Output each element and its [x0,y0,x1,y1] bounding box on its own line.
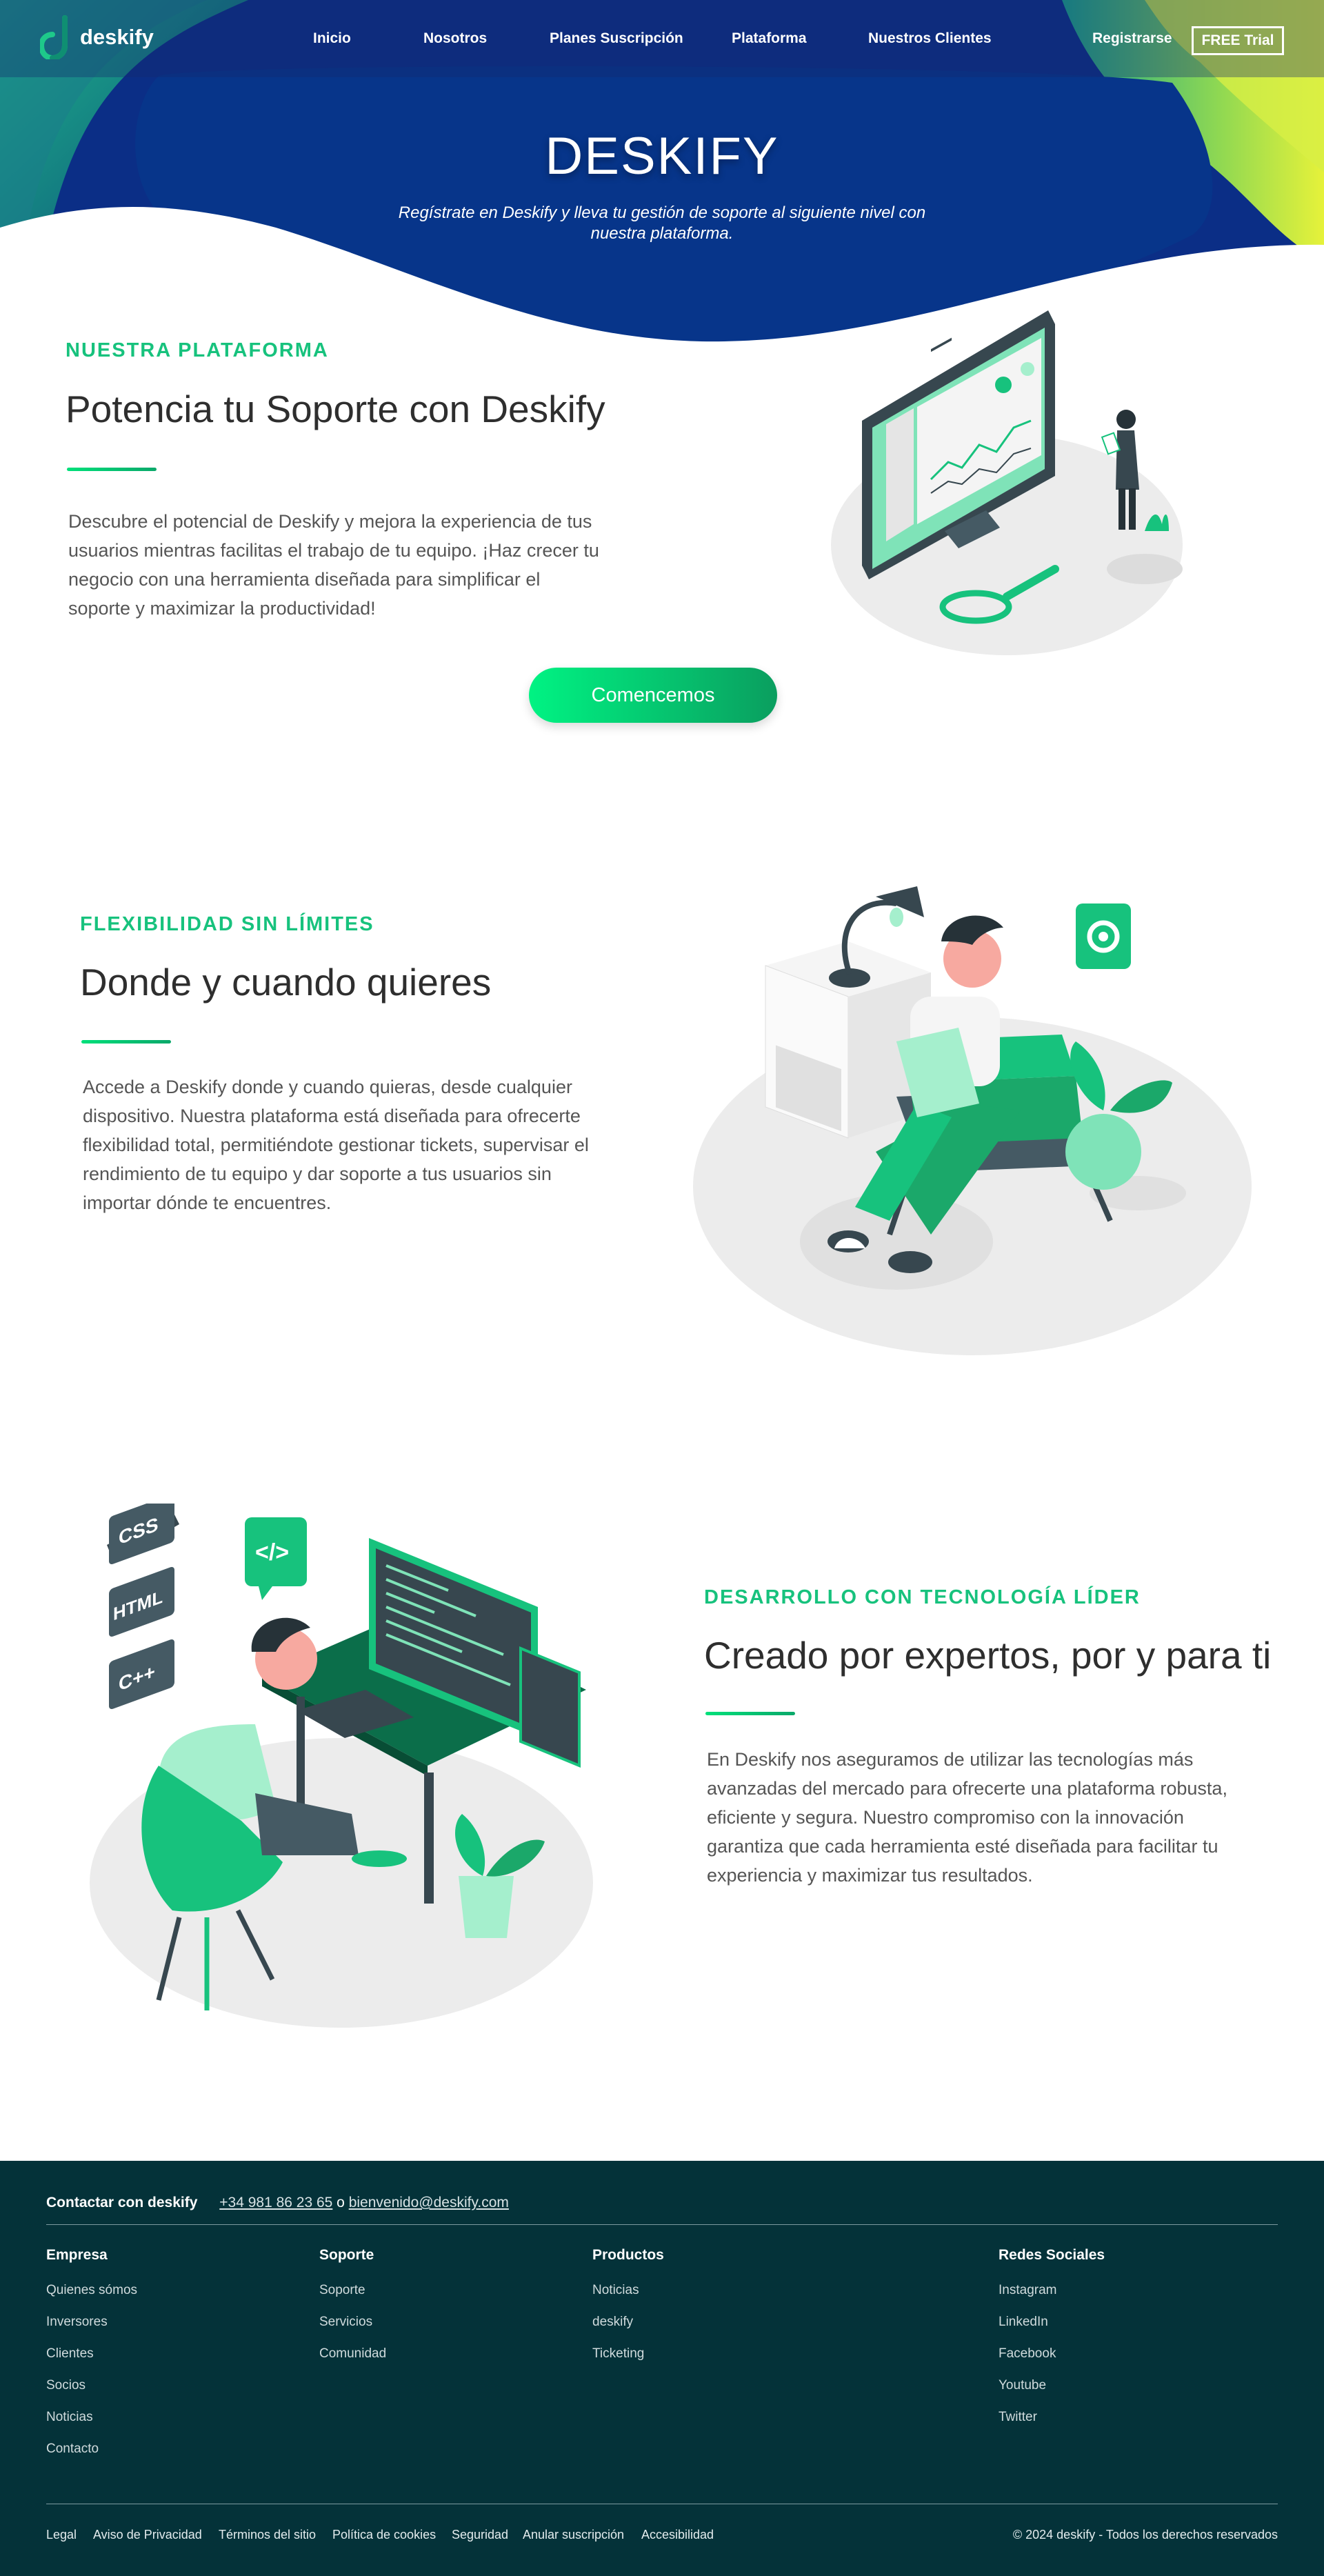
footer-contact: Contactar con deskify +34 981 86 23 65 o… [46,2195,509,2211]
section3-divider [705,1712,795,1715]
nav-plataforma[interactable]: Plataforma [732,30,807,47]
footer-phone-link[interactable]: +34 981 86 23 65 [219,2195,332,2210]
flexibility-illustration [693,886,1252,1355]
footer-col-redes-title: Redes Sociales [999,2247,1105,2263]
top-nav: deskify Inicio Nosotros Planes Suscripci… [0,0,1324,77]
footer-link[interactable]: Soporte [319,2283,365,2298]
footer-link[interactable]: Servicios [319,2315,372,2330]
footer-terms-link[interactable]: Términos del sitio [219,2528,316,2542]
footer-link-youtube[interactable]: Youtube [999,2378,1046,2393]
nav-nuestros-clientes[interactable]: Nuestros Clientes [868,30,992,47]
hero-title: DESKIFY [545,127,779,186]
footer-link[interactable]: Clientes [46,2346,94,2362]
footer-unsubscribe-link[interactable]: Anular suscripción [523,2528,624,2542]
footer-link-instagram[interactable]: Instagram [999,2283,1056,2298]
footer-col-productos-title: Productos [592,2247,664,2263]
code-badge-text: </> [255,1539,289,1566]
deskify-logo-icon [40,15,68,59]
footer-link[interactable]: Ticketing [592,2346,644,2362]
footer-contact-label: Contactar con deskify [46,2195,198,2210]
footer-or: o [337,2195,345,2210]
footer-link[interactable]: Inversores [46,2315,108,2330]
section3-title: Creado por expertos, por y para ti [704,1634,1272,1677]
section2-divider [81,1040,171,1044]
hero-subtitle: Regístrate en Deskify y lleva tu gestión… [398,203,926,243]
logo[interactable]: deskify [40,15,154,59]
dashboard-illustration [831,310,1183,655]
footer-col-soporte-title: Soporte [319,2247,374,2263]
footer-privacy-link[interactable]: Aviso de Privacidad [93,2528,202,2542]
section2-text: Accede a Deskify donde y cuando quieras,… [83,1077,589,1213]
section1-divider [67,468,157,471]
section3-eyebrow: DESARROLLO CON TECNOLOGÍA LÍDER [704,1586,1141,1608]
page: deskify Inicio Nosotros Planes Suscripci… [0,0,1324,2576]
footer-copyright: © 2024 deskify - Todos los derechos rese… [1012,2528,1278,2542]
nav-inicio[interactable]: Inicio [313,30,351,47]
comencemos-button[interactable]: Comencemos [529,668,777,723]
footer-email-link[interactable]: bienvenido@deskify.com [349,2195,509,2210]
section2-eyebrow: FLEXIBILIDAD SIN LÍMITES [80,913,374,935]
footer-link[interactable]: Quienes sómos [46,2283,137,2298]
footer-col-empresa-title: Empresa [46,2247,108,2263]
free-trial-button[interactable]: FREE Trial [1192,26,1284,55]
section3-text: En Deskify nos aseguramos de utilizar la… [707,1749,1227,1886]
footer-link[interactable]: Comunidad [319,2346,386,2362]
footer-divider-top [46,2224,1278,2225]
section1-eyebrow: NUESTRA PLATAFORMA [66,339,329,361]
section2-title: Donde y cuando quieres [80,961,492,1004]
footer-link-facebook[interactable]: Facebook [999,2346,1056,2362]
footer-link[interactable]: Socios [46,2378,86,2393]
section1-text: Descubre el potencial de Deskify y mejor… [68,511,599,619]
footer-legal-link[interactable]: Legal [46,2528,77,2542]
nav-nosotros[interactable]: Nosotros [423,30,487,47]
footer-security-link[interactable]: Seguridad [452,2528,508,2542]
footer-link[interactable]: Contacto [46,2442,99,2457]
footer-link-linkedin[interactable]: LinkedIn [999,2315,1048,2330]
footer-link[interactable]: Noticias [46,2410,93,2425]
hero-section: deskify Inicio Nosotros Planes Suscripci… [0,0,1324,352]
nav-planes-suscripcion[interactable]: Planes Suscripción [550,30,683,47]
footer-link[interactable]: deskify [592,2315,633,2330]
footer-link-twitter[interactable]: Twitter [999,2410,1037,2425]
footer: Contactar con deskify +34 981 86 23 65 o… [0,2161,1324,2576]
register-link[interactable]: Registrarse [1092,30,1172,47]
developer-illustration: CSS HTML C++ </> [90,1504,593,2028]
footer-accessibility-link[interactable]: Accesibilidad [641,2528,714,2542]
footer-cookies-link[interactable]: Política de cookies [332,2528,436,2542]
footer-link[interactable]: Noticias [592,2283,639,2298]
logo-text: deskify [80,25,154,49]
section1-title: Potencia tu Soporte con Deskify [66,388,605,430]
